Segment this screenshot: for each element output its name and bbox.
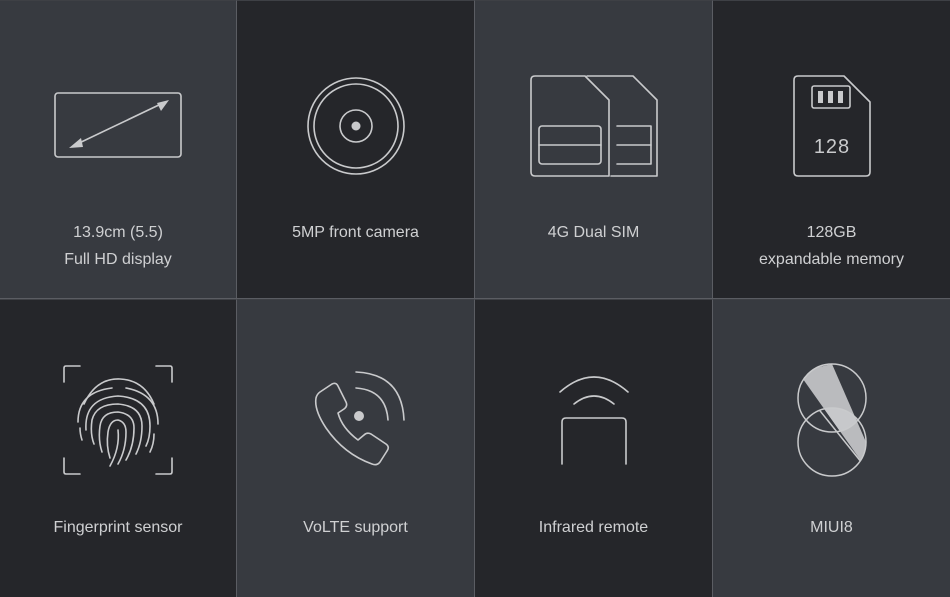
feature-tile-infrared: Infrared remote	[475, 299, 713, 597]
feature-label-line: 128GB	[806, 224, 857, 241]
display-diagonal-icon	[54, 92, 182, 158]
camera-lens-icon	[306, 77, 405, 175]
feature-label-line: Fingerprint sensor	[53, 519, 183, 536]
feature-icon-wrap: 128	[713, 61, 950, 191]
feature-icon-wrap	[0, 61, 236, 191]
feature-label: Fingerprint sensor	[0, 514, 236, 541]
feature-label-line: Infrared remote	[538, 519, 649, 536]
feature-label-line: 13.9cm (5.5)	[73, 224, 163, 241]
feature-tile-camera: 5MP front camera	[237, 0, 475, 299]
feature-icon-wrap	[475, 61, 712, 191]
sd-card-icon: 128	[792, 75, 871, 177]
feature-label-line: 5MP front camera	[292, 224, 419, 241]
phone-signal-icon	[314, 371, 405, 466]
miui8-logo-icon	[796, 363, 867, 477]
dual-sim-icon	[529, 75, 658, 177]
feature-icon-wrap	[237, 61, 474, 191]
feature-label-line: VoLTE support	[303, 519, 408, 536]
fingerprint-icon	[63, 365, 173, 475]
feature-label-line: 4G Dual SIM	[547, 224, 640, 241]
feature-label: 13.9cm (5.5) Full HD display	[0, 219, 236, 273]
feature-tile-miui: MIUI8	[713, 299, 950, 597]
feature-tile-fingerprint: Fingerprint sensor	[0, 299, 237, 597]
feature-label-line: expandable memory	[759, 251, 904, 268]
feature-icon-wrap	[237, 355, 474, 485]
feature-label: 5MP front camera	[237, 219, 474, 246]
feature-label: VoLTE support	[237, 514, 474, 541]
feature-label-line: MIUI8	[810, 519, 853, 536]
feature-label: Infrared remote	[475, 514, 712, 541]
infrared-remote-icon	[558, 376, 629, 465]
sd-card-capacity: 128	[813, 136, 849, 158]
feature-tile-display: 13.9cm (5.5) Full HD display	[0, 0, 237, 299]
feature-icon-wrap	[713, 355, 950, 485]
feature-tile-memory: 128 128GB expandable memory	[713, 0, 950, 299]
feature-tile-volte: VoLTE support	[237, 299, 475, 597]
feature-label: 128GB expandable memory	[713, 219, 950, 273]
feature-label: 4G Dual SIM	[475, 219, 712, 246]
feature-label: MIUI8	[713, 514, 950, 541]
feature-tile-sim: 4G Dual SIM	[475, 0, 713, 299]
feature-icon-wrap	[0, 355, 236, 485]
feature-label-line: Full HD display	[64, 251, 172, 268]
feature-icon-wrap	[475, 355, 712, 485]
features-grid: 13.9cm (5.5) Full HD display 5MP front c…	[0, 0, 950, 597]
